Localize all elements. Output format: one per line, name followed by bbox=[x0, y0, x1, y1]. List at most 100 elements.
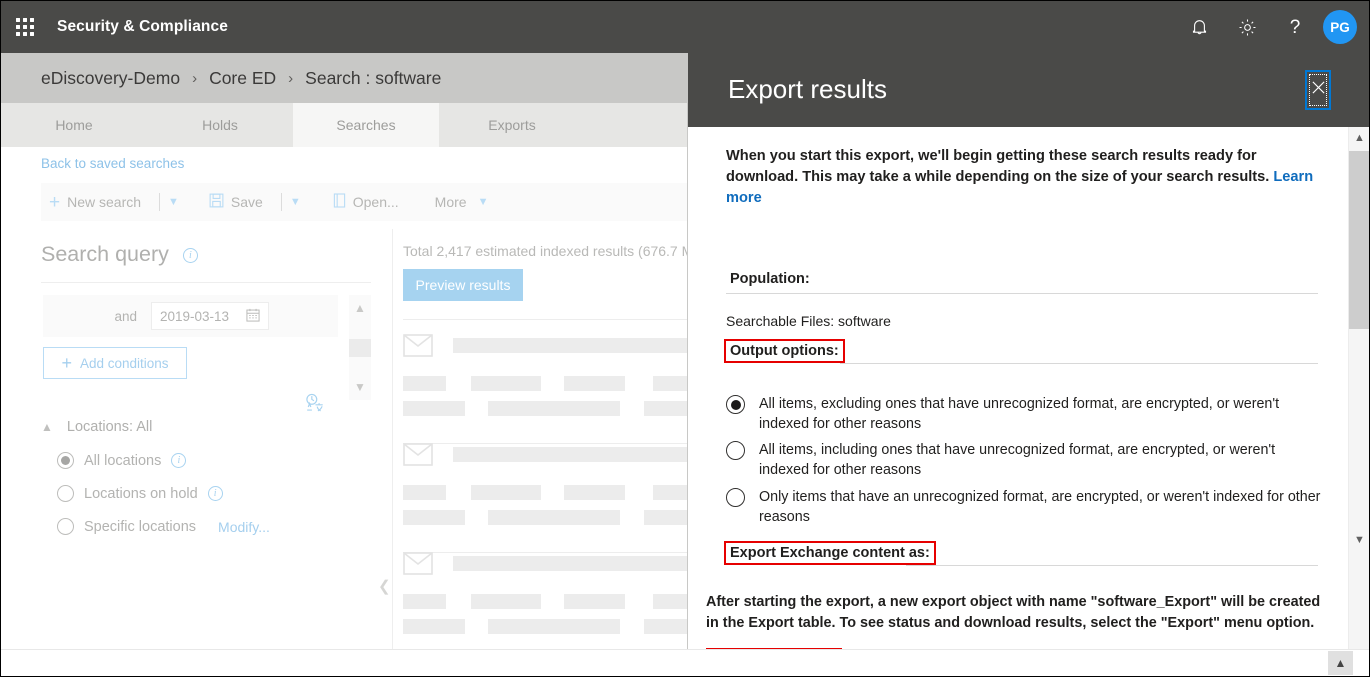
skeleton-bar bbox=[564, 485, 625, 500]
skeleton-bar bbox=[564, 594, 625, 609]
radio-indicator[interactable] bbox=[57, 452, 74, 469]
divider bbox=[403, 319, 687, 320]
skeleton-bar bbox=[471, 594, 541, 609]
add-conditions-label: Add conditions bbox=[79, 355, 169, 371]
tab-holds[interactable]: Holds bbox=[147, 103, 293, 147]
breadcrumb-item-2: Search : software bbox=[305, 67, 442, 88]
info-icon[interactable]: i bbox=[182, 247, 198, 263]
plus-icon: + bbox=[49, 191, 61, 213]
mail-envelope-icon bbox=[403, 552, 433, 580]
mail-envelope-icon bbox=[403, 334, 433, 362]
radio-indicator[interactable] bbox=[57, 518, 74, 535]
chevron-down-icon: ▼ bbox=[477, 196, 489, 208]
save-label: Save bbox=[230, 194, 263, 210]
dialog-after-text: After starting the export, a new export … bbox=[706, 594, 1321, 631]
app-launcher-button[interactable] bbox=[1, 1, 49, 53]
skeleton-bar bbox=[564, 376, 625, 391]
result-row[interactable] bbox=[403, 334, 687, 434]
more-button[interactable]: More ▼ bbox=[427, 183, 497, 221]
bottom-strip bbox=[1, 649, 1369, 676]
close-button[interactable] bbox=[1305, 70, 1331, 110]
radio-all-locations[interactable]: All locations i bbox=[57, 452, 187, 469]
chevron-up-icon: ▲ bbox=[41, 420, 53, 434]
search-query-title: Search query bbox=[41, 242, 169, 266]
tab-exports[interactable]: Exports bbox=[439, 103, 585, 147]
radio-indicator[interactable] bbox=[57, 485, 74, 502]
info-icon[interactable]: i bbox=[207, 486, 223, 501]
skeleton-bar bbox=[644, 619, 687, 634]
back-to-saved-searches-link[interactable]: Back to saved searches bbox=[41, 156, 184, 171]
waffle-icon bbox=[16, 18, 34, 36]
app-root: Security & Compliance ? PG eDiscovery-De… bbox=[0, 0, 1370, 677]
radio-locations-on-hold[interactable]: Locations on hold i bbox=[57, 485, 223, 502]
modify-link[interactable]: Modify... bbox=[218, 519, 270, 535]
population-value: Searchable Files: software bbox=[726, 313, 891, 329]
radio-indicator[interactable] bbox=[726, 441, 745, 460]
dialog-header: Export results bbox=[688, 53, 1369, 127]
breadcrumb-separator: › bbox=[192, 69, 198, 87]
tab-home[interactable]: Home bbox=[1, 103, 147, 147]
output-option-1[interactable]: All items, including ones that have unre… bbox=[726, 440, 1326, 480]
condition-scrollbar[interactable]: ▲ ▼ bbox=[349, 295, 371, 400]
preview-results-button[interactable]: Preview results bbox=[403, 269, 523, 301]
info-icon[interactable]: i bbox=[171, 453, 187, 468]
settings-button[interactable] bbox=[1223, 1, 1271, 53]
collapse-panel-chevron-left-icon[interactable]: ❮ bbox=[378, 577, 391, 595]
radio-indicator[interactable] bbox=[726, 395, 745, 414]
locations-section-header[interactable]: ▲ Locations: All bbox=[41, 419, 152, 435]
result-row[interactable] bbox=[403, 552, 687, 649]
skeleton-bar bbox=[453, 338, 687, 353]
output-option-0[interactable]: All items, excluding ones that have unre… bbox=[726, 394, 1326, 434]
divider bbox=[280, 193, 282, 211]
skeleton-bar bbox=[488, 619, 620, 634]
help-button[interactable]: ? bbox=[1271, 1, 1319, 53]
breadcrumb-item-0[interactable]: eDiscovery-Demo bbox=[41, 68, 180, 89]
save-dropdown[interactable]: ▼ bbox=[271, 183, 311, 221]
skeleton-bar bbox=[488, 401, 620, 416]
scrollbar-thumb[interactable] bbox=[349, 338, 371, 357]
notifications-button[interactable] bbox=[1175, 1, 1223, 53]
results-pane: Total 2,417 estimated indexed results (6… bbox=[393, 229, 687, 649]
scroll-down-arrow-icon[interactable]: ▼ bbox=[1349, 529, 1369, 550]
calendar-icon[interactable] bbox=[246, 308, 260, 325]
open-button[interactable]: Open... bbox=[325, 183, 407, 221]
save-disk-icon bbox=[209, 193, 224, 211]
new-search-dropdown[interactable]: ▼ bbox=[149, 183, 189, 221]
result-row[interactable] bbox=[403, 443, 687, 543]
focus-ring bbox=[1309, 74, 1327, 106]
breadcrumb-item-1[interactable]: Core ED bbox=[209, 68, 276, 89]
skeleton-bar bbox=[653, 485, 687, 500]
save-button[interactable]: Save bbox=[201, 183, 271, 221]
plus-icon: + bbox=[61, 353, 72, 373]
scroll-up-arrow-icon[interactable]: ▲ bbox=[354, 301, 366, 315]
output-option-2[interactable]: Only items that have an unrecognized for… bbox=[726, 487, 1326, 527]
avatar[interactable]: PG bbox=[1323, 10, 1357, 44]
language-translate-icon[interactable] bbox=[304, 393, 326, 418]
radio-specific-locations[interactable]: Specific locations Modify... bbox=[57, 518, 270, 535]
skeleton-bar bbox=[403, 510, 465, 525]
dialog-scrollbar[interactable]: ▲ ▼ bbox=[1348, 127, 1369, 676]
output-options-label: Output options: bbox=[724, 339, 845, 363]
scroll-to-top-button[interactable]: ▲ bbox=[1328, 651, 1353, 675]
radio-label: Locations on hold bbox=[84, 485, 198, 502]
scrollbar-thumb[interactable] bbox=[1349, 151, 1369, 329]
date-value: 2019-03-13 bbox=[160, 308, 230, 324]
dialog-title: Export results bbox=[728, 74, 887, 104]
export-exchange-content-label: Export Exchange content as: bbox=[724, 541, 936, 565]
tab-searches[interactable]: Searches bbox=[293, 103, 439, 147]
new-search-button[interactable]: + New search bbox=[41, 183, 149, 221]
radio-indicator[interactable] bbox=[726, 488, 745, 507]
scroll-down-arrow-icon[interactable]: ▼ bbox=[354, 380, 366, 394]
skeleton-bar bbox=[471, 485, 541, 500]
scroll-up-arrow-icon[interactable]: ▲ bbox=[1349, 127, 1369, 148]
condition-row: and 2019-03-13 bbox=[43, 295, 338, 337]
population-label: Population: bbox=[730, 271, 810, 287]
divider bbox=[159, 193, 161, 211]
suite-title: Security & Compliance bbox=[57, 18, 228, 35]
skeleton-bar bbox=[403, 485, 446, 500]
skeleton-bar bbox=[644, 510, 687, 525]
question-mark-icon: ? bbox=[1289, 16, 1301, 38]
output-option-label: All items, excluding ones that have unre… bbox=[759, 396, 1280, 432]
date-input[interactable]: 2019-03-13 bbox=[151, 302, 269, 330]
add-conditions-button[interactable]: + Add conditions bbox=[43, 347, 187, 379]
